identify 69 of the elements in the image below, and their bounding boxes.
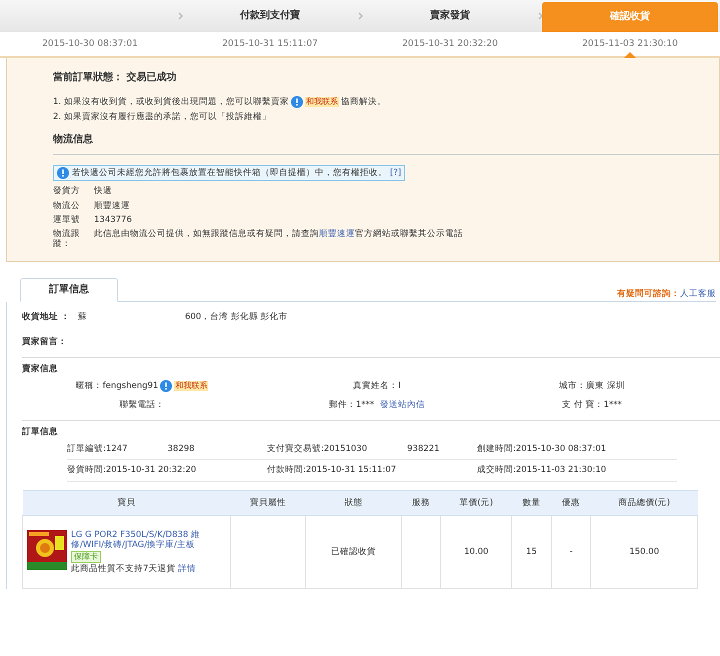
note-text: 協商解決。: [340, 96, 386, 108]
order-field: 付款時間:2015-10-31 15:11:07: [267, 465, 396, 476]
address-text: 蘇: [78, 312, 87, 322]
column-header: 寶貝: [22, 490, 230, 516]
message-link[interactable]: 發送站內信: [380, 400, 426, 410]
column-header: 單價(元): [440, 490, 512, 516]
field-value: 1343776: [94, 214, 132, 225]
section-title: 物流信息: [53, 134, 719, 156]
column-header: 狀態: [306, 490, 402, 516]
field-value: 順豐速運: [94, 200, 130, 211]
seller-field: 聯繫電話：: [120, 400, 164, 410]
return-policy: 此商品性質不支持7天退貨: [71, 564, 176, 574]
field-label: 物流公: [53, 200, 80, 211]
tab[interactable]: 訂單信息: [20, 278, 118, 302]
field-label: 買家留言：: [22, 336, 67, 347]
order-status: 當前訂單狀態： 交易已成功: [53, 72, 178, 84]
order-field: 訂單編號:1247: [67, 444, 128, 454]
table-cell: -: [570, 546, 573, 557]
info-icon: [57, 167, 69, 180]
courier-link[interactable]: 順豐速運: [319, 228, 355, 239]
status-text: 已確認收貨: [331, 546, 376, 557]
seller-field: 真實姓名：I: [353, 380, 401, 391]
table-cell: 10.00: [464, 546, 488, 557]
help-label: 有疑問可諮詢：: [617, 289, 680, 300]
progress-step: 確認收貨: [610, 11, 650, 23]
step-date: 2015-10-31 20:32:20: [402, 38, 498, 50]
support-link[interactable]: 人工客服: [680, 289, 716, 300]
table-cell: 150.00: [629, 546, 660, 557]
seller-field: 暱稱：fengsheng91: [76, 380, 158, 391]
column-header: 商品總價(元): [590, 490, 698, 516]
chevron-icon: [358, 12, 363, 20]
step-date: 2015-11-03 21:30:10: [582, 38, 678, 50]
note-text: 2. 如果賣家沒有履行應盡的承諾，您可以「投訴維權」: [53, 112, 271, 122]
order-field: 創建時間:2015-10-30 08:37:01: [477, 444, 606, 454]
help-link[interactable]: [?]: [390, 168, 402, 178]
order-field: 發貨時間:2015-10-31 20:32:20: [67, 465, 196, 476]
section-title: 訂單信息: [22, 427, 59, 438]
order-field: 支付寶交易號:20151030: [267, 444, 368, 454]
seller-field: 支 付 寶：1***: [562, 400, 622, 410]
order-field: 938221: [407, 444, 440, 454]
field-value: 此信息由物流公司提供，如無跟蹤信息或有疑問，請查詢順豐速運官方網站或聯繫其公示電話: [94, 228, 463, 241]
contact-link[interactable]: 和我联系: [304, 97, 339, 107]
progress-step: 賣家發貨: [430, 10, 470, 22]
order-field: 成交時間:2015-11-03 21:30:10: [477, 465, 606, 476]
notice-text: 若快遞公司未經您允許將包裹放置在智能快件箱（即自提櫃）中，您有權拒收。: [72, 168, 387, 178]
details-link[interactable]: 詳情: [178, 564, 196, 574]
section-title: 賣家信息: [22, 364, 59, 374]
field-label: 物流跟蹤：: [53, 228, 80, 250]
seller-field: 城市：廣東 深圳: [559, 380, 625, 391]
field-label: 發貨方: [53, 186, 80, 197]
contact-link[interactable]: 和我联系: [174, 381, 208, 391]
table-cell: 15: [526, 546, 537, 557]
column-header: 優惠: [551, 490, 591, 516]
address-text: 600，台湾 彭化縣 彭化市: [184, 312, 288, 322]
guarantee-badge: 保障卡: [71, 550, 101, 563]
product-link[interactable]: LG G POR2 F350L/S/K/D838 維修/WIFI/救磚/JTAG/換字庫/主板: [71, 530, 226, 550]
step-date: 2015-10-31 15:11:07: [222, 38, 318, 50]
seller-field: 郵件：1***: [328, 400, 374, 410]
field-label: 運單號: [53, 214, 80, 225]
chevron-icon: [178, 12, 183, 20]
note-text: 1. 如果沒有收到貨，或收到貨後出現問題，您可以聯繫賣家: [53, 96, 289, 108]
progress-step: 付款到支付寶: [240, 10, 300, 22]
step-date: 2015-10-30 08:37:01: [42, 38, 138, 50]
column-header: 數量: [512, 490, 552, 516]
column-header: 服務: [401, 490, 441, 516]
field-value: 快遞: [94, 186, 112, 197]
order-field: 38298: [168, 444, 195, 454]
column-header: 寶貝屬性: [230, 490, 306, 516]
field-label: 收貨地址 ：: [22, 312, 70, 322]
